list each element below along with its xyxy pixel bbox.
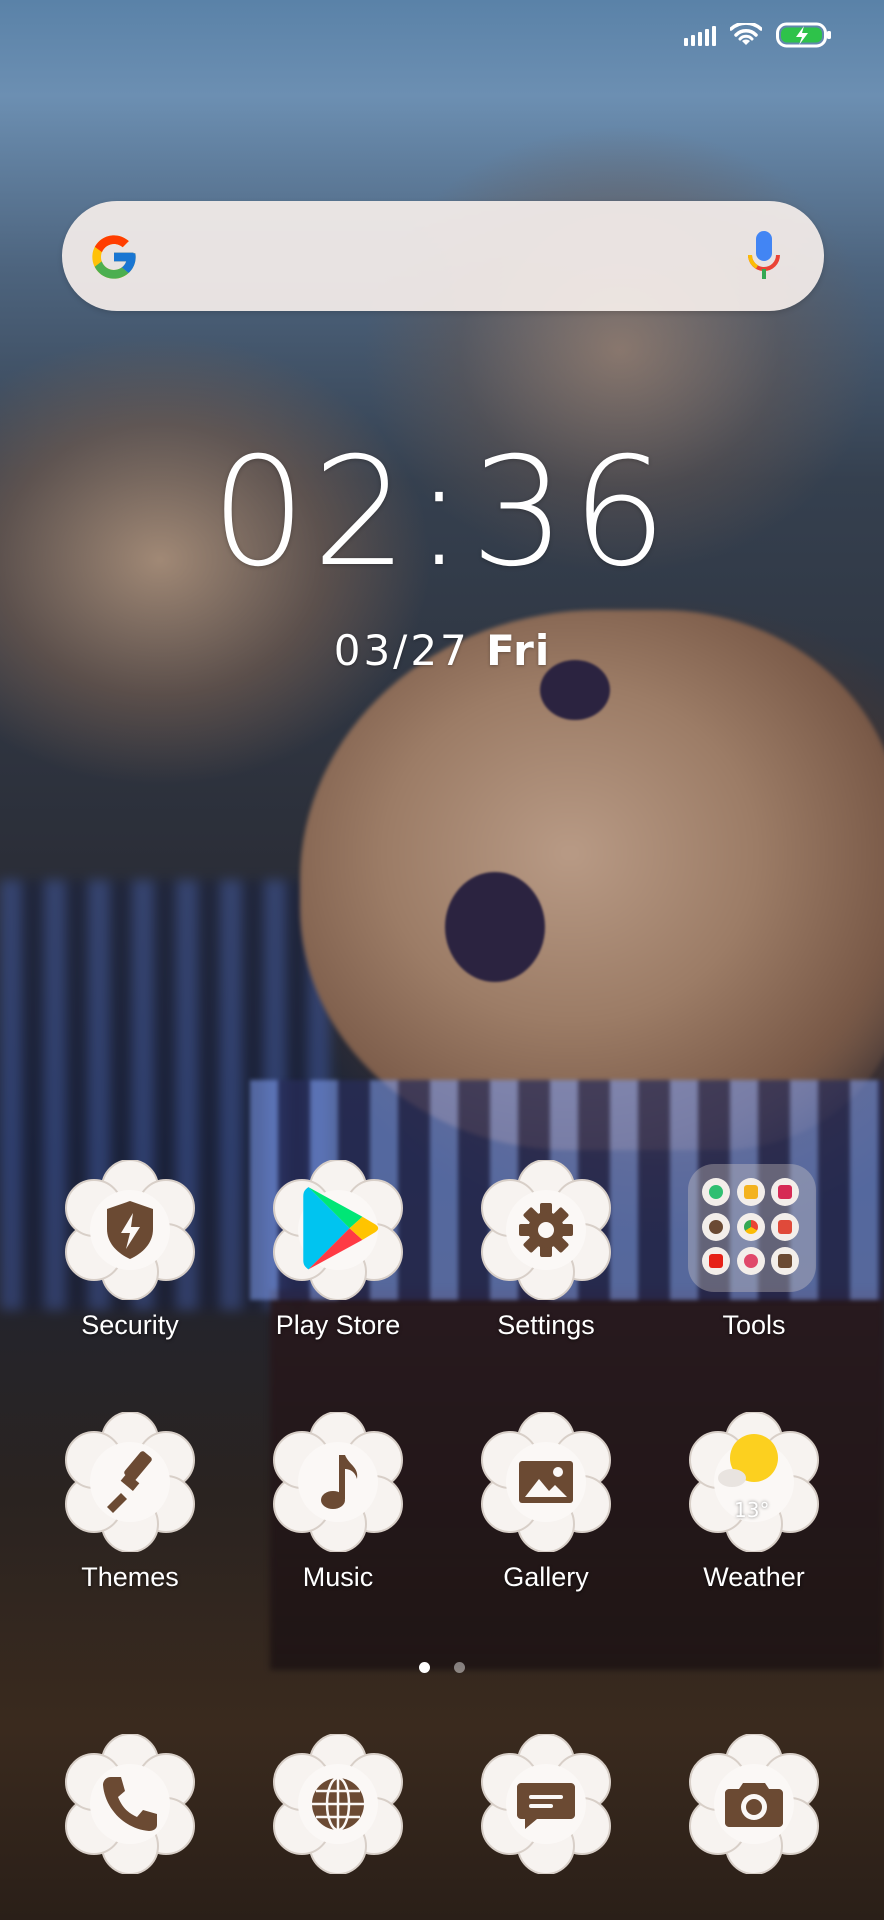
folder-icon: [688, 1164, 816, 1292]
dock-camera[interactable]: [650, 1733, 858, 1875]
app-settings[interactable]: Settings: [442, 1159, 650, 1341]
mini-app-icon: [736, 1212, 765, 1241]
clock-widget[interactable]: 02:36: [0, 438, 884, 588]
mini-app-icon: [771, 1247, 800, 1276]
app-label: Weather: [703, 1562, 805, 1592]
mini-app-icon: [736, 1178, 765, 1206]
dock-messages[interactable]: [442, 1733, 650, 1875]
dock-browser[interactable]: [234, 1733, 442, 1875]
date-widget[interactable]: 03/27 Fri: [0, 626, 884, 675]
day-text: Fri: [486, 626, 551, 675]
page-indicator: [0, 1658, 884, 1677]
camera-icon: [725, 1783, 783, 1827]
mini-app-icon: [702, 1178, 730, 1206]
app-label: Settings: [497, 1310, 595, 1340]
app-label: Security: [81, 1310, 179, 1340]
app-label: Themes: [81, 1562, 179, 1592]
paintbrush-icon: [107, 1451, 152, 1513]
wallpaper-chip: [445, 872, 545, 982]
date-text: 03/27: [333, 626, 470, 675]
mini-app-icon: [736, 1247, 765, 1276]
app-security[interactable]: Security: [26, 1159, 234, 1341]
mini-app-icon: [771, 1212, 800, 1241]
sun-cloud-icon: [718, 1434, 778, 1487]
weather-temperature: 13°: [734, 1498, 770, 1522]
status-bar: [684, 22, 832, 48]
image-icon: [519, 1461, 573, 1503]
play-store-icon: [303, 1187, 379, 1270]
app-weather[interactable]: 13° Weather: [650, 1411, 858, 1593]
phone-icon: [103, 1777, 157, 1831]
app-themes[interactable]: Themes: [26, 1411, 234, 1593]
page-dot-active[interactable]: [419, 1662, 431, 1673]
wifi-icon: [730, 23, 762, 45]
mini-app-icon: [702, 1247, 730, 1276]
microphone-icon[interactable]: [744, 229, 784, 285]
home-screen: 02:36 03/27 Fri Security Play Store Sett…: [0, 0, 884, 1920]
mini-app-icon: [702, 1212, 730, 1241]
google-g-icon: [92, 235, 136, 279]
message-icon: [517, 1783, 575, 1829]
mini-app-icon: [771, 1178, 800, 1206]
music-note-icon: [321, 1455, 358, 1509]
google-search-bar[interactable]: [62, 201, 824, 311]
battery-charging-icon: [776, 22, 831, 48]
app-tools-folder[interactable]: Tools: [650, 1160, 858, 1341]
app-label: Tools: [722, 1310, 786, 1340]
shield-bolt-icon: [107, 1201, 153, 1259]
globe-icon: [312, 1776, 364, 1832]
app-label: Play Store: [275, 1310, 401, 1340]
page-dot[interactable]: [453, 1662, 465, 1673]
app-label: Gallery: [503, 1562, 589, 1592]
app-music[interactable]: Music: [234, 1411, 442, 1593]
app-label: Music: [302, 1562, 374, 1592]
signal-bars-icon: [684, 24, 716, 46]
gear-icon: [519, 1203, 573, 1257]
dock-phone[interactable]: [26, 1733, 234, 1875]
app-play-store[interactable]: Play Store: [234, 1159, 442, 1341]
app-gallery[interactable]: Gallery: [442, 1411, 650, 1593]
